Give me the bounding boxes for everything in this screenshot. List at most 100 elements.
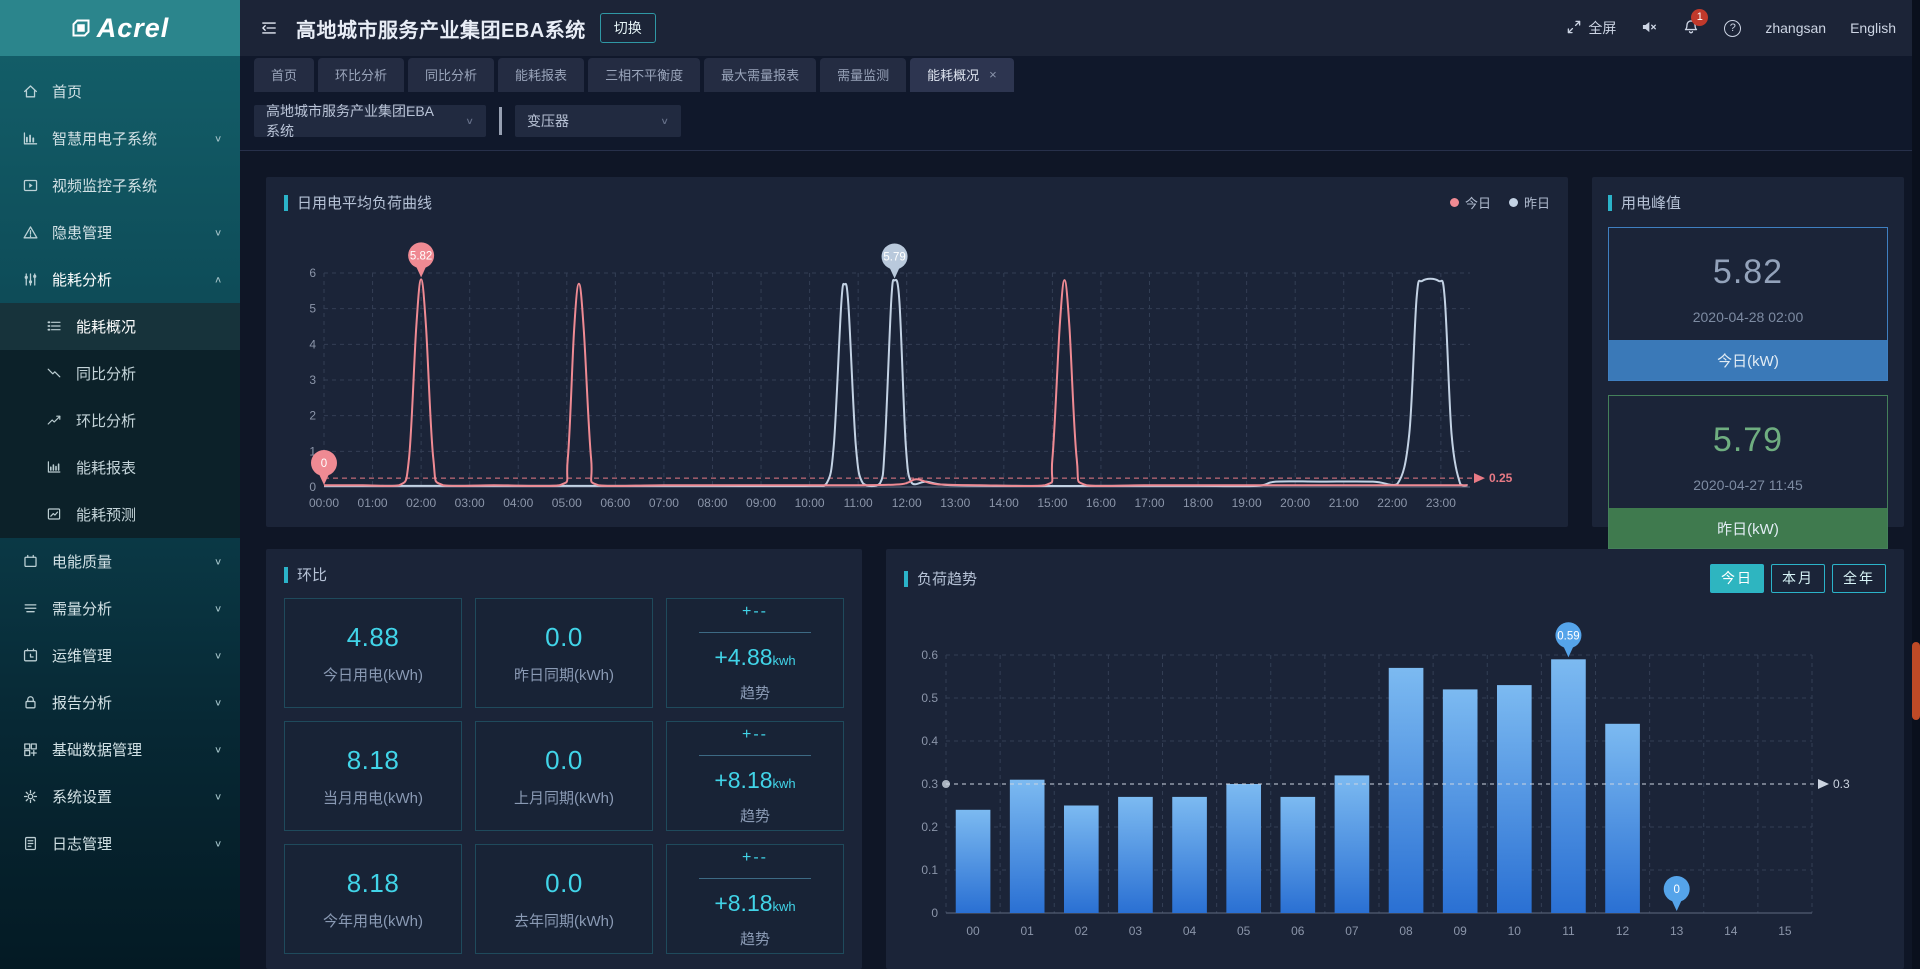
sidebar-submenu: 能耗概况同比分析环比分析能耗报表能耗预测 xyxy=(0,303,240,538)
tab-能耗概况[interactable]: 能耗概况× xyxy=(910,58,1014,92)
svg-text:02:00: 02:00 xyxy=(406,496,436,510)
svg-text:05:00: 05:00 xyxy=(552,496,582,510)
notification-badge: 1 xyxy=(1691,9,1708,26)
title-accent xyxy=(904,571,908,587)
trend-down-icon xyxy=(46,365,63,382)
trend-unit: kwh xyxy=(773,899,796,914)
chevron-down-icon: ∨ xyxy=(214,744,222,754)
vertical-scrollbar xyxy=(1912,0,1920,969)
sidebar-item-报告分析[interactable]: 报告分析∨ xyxy=(0,679,240,726)
huanbi-label: 今日用电(kWh) xyxy=(323,664,423,685)
device-select[interactable]: 变压器 ∨ xyxy=(515,105,681,137)
huanbi-value: 0.0 xyxy=(545,745,583,776)
sidebar-item-视频监控子系统[interactable]: 视频监控子系统 xyxy=(0,162,240,209)
svg-text:22:00: 22:00 xyxy=(1377,496,1407,510)
language-switch[interactable]: English xyxy=(1850,20,1896,36)
huanbi-trend-card: +--+4.88kwh趋势 xyxy=(666,598,844,708)
username-menu[interactable]: zhangsan xyxy=(1765,20,1826,36)
trend-range-今日[interactable]: 今日 xyxy=(1710,564,1764,593)
close-icon[interactable]: × xyxy=(989,67,997,82)
sidebar-item-隐患管理[interactable]: 隐患管理∨ xyxy=(0,209,240,256)
sidebar-subitem-能耗预测[interactable]: 能耗预测 xyxy=(0,491,240,538)
sidebar-subitem-label: 环比分析 xyxy=(76,410,136,431)
sidebar-item-需量分析[interactable]: 需量分析∨ xyxy=(0,585,240,632)
sidebar-item-电能质量[interactable]: 电能质量∨ xyxy=(0,538,240,585)
legend-item-今日[interactable]: 今日 xyxy=(1450,193,1491,212)
svg-text:05: 05 xyxy=(1237,924,1251,938)
trend-range-本月[interactable]: 本月 xyxy=(1771,564,1825,593)
sidebar-item-运维管理[interactable]: 运维管理∨ xyxy=(0,632,240,679)
video-icon xyxy=(22,177,39,194)
sidebar-subitem-同比分析[interactable]: 同比分析 xyxy=(0,350,240,397)
switch-button[interactable]: 切换 xyxy=(600,13,656,43)
svg-text:11:00: 11:00 xyxy=(844,496,873,510)
sidebar-item-首页[interactable]: 首页 xyxy=(0,68,240,115)
svg-text:0: 0 xyxy=(309,480,316,494)
svg-text:0.59: 0.59 xyxy=(1557,630,1579,642)
scrollbar-thumb[interactable] xyxy=(1912,642,1920,720)
log-icon xyxy=(22,835,39,852)
tab-需量监测[interactable]: 需量监测 xyxy=(820,58,906,92)
trend-sign: +-- xyxy=(742,603,768,621)
tab-三相不平衡度[interactable]: 三相不平衡度 xyxy=(588,58,700,92)
sidebar-subitem-能耗报表[interactable]: 能耗报表 xyxy=(0,444,240,491)
daily-load-chart: 012345600:0001:0002:0003:0004:0005:0006:… xyxy=(284,213,1550,521)
app-window: Acrel 首页智慧用电子系统∨视频监控子系统隐患管理∨能耗分析∧能耗概况同比分… xyxy=(0,0,1920,969)
peak-label: 昨日(kW) xyxy=(1609,508,1887,548)
trend-range-全年[interactable]: 全年 xyxy=(1832,564,1886,593)
collapse-menu-icon[interactable] xyxy=(260,19,278,37)
chart-icon xyxy=(22,130,39,147)
legend-item-昨日[interactable]: 昨日 xyxy=(1509,193,1550,212)
svg-text:06:00: 06:00 xyxy=(600,496,630,510)
huanbi-label: 今年用电(kWh) xyxy=(323,910,423,931)
report-icon xyxy=(46,459,63,476)
svg-text:09:00: 09:00 xyxy=(746,496,776,510)
svg-text:09: 09 xyxy=(1454,924,1468,938)
huanbi-previous-card: 0.0去年同期(kWh) xyxy=(475,844,653,954)
system-select[interactable]: 高地城市服务产业集团EBA系统 ∨ xyxy=(254,105,486,137)
trend-unit: kwh xyxy=(773,653,796,668)
load-trend-panel: 负荷趋势 今日本月全年 00.10.20.30.40.50.6000102030… xyxy=(886,549,1904,969)
svg-text:21:00: 21:00 xyxy=(1329,496,1359,510)
tab-label: 同比分析 xyxy=(425,68,477,83)
notifications-button[interactable]: 1 xyxy=(1682,18,1700,39)
tab-环比分析[interactable]: 环比分析 xyxy=(318,58,404,92)
tab-最大需量报表[interactable]: 最大需量报表 xyxy=(704,58,816,92)
peak-timestamp: 2020-04-27 11:45 xyxy=(1609,460,1887,508)
svg-text:08:00: 08:00 xyxy=(697,496,727,510)
home-icon xyxy=(22,83,39,100)
svg-text:03:00: 03:00 xyxy=(455,496,485,510)
tab-能耗报表[interactable]: 能耗报表 xyxy=(498,58,584,92)
chevron-down-icon: ∨ xyxy=(214,227,222,237)
sidebar-item-能耗分析[interactable]: 能耗分析∧ xyxy=(0,256,240,303)
svg-text:0.5: 0.5 xyxy=(921,691,938,705)
chevron-down-icon: ∨ xyxy=(634,116,669,127)
list-icon xyxy=(46,318,63,335)
sidebar-subitem-能耗概况[interactable]: 能耗概况 xyxy=(0,303,240,350)
forecast-icon xyxy=(46,506,63,523)
device-select-value: 变压器 xyxy=(527,111,569,131)
svg-text:0.6: 0.6 xyxy=(921,648,938,662)
trend-unit: kwh xyxy=(773,776,796,791)
svg-text:0.3: 0.3 xyxy=(1833,777,1850,791)
tab-label: 能耗报表 xyxy=(515,68,567,83)
load-trend-chart: 00.10.20.30.40.50.6000102030405060708091… xyxy=(904,593,1886,969)
svg-text:6: 6 xyxy=(309,266,316,280)
huanbi-current-card: 4.88今日用电(kWh) xyxy=(284,598,462,708)
peak-label: 今日(kW) xyxy=(1609,340,1887,380)
svg-text:03: 03 xyxy=(1129,924,1143,938)
fullscreen-button[interactable]: 全屏 xyxy=(1565,18,1616,39)
sidebar-item-系统设置[interactable]: 系统设置∨ xyxy=(0,773,240,820)
svg-text:20:00: 20:00 xyxy=(1280,496,1310,510)
tab-同比分析[interactable]: 同比分析 xyxy=(408,58,494,92)
sidebar-item-智慧用电子系统[interactable]: 智慧用电子系统∨ xyxy=(0,115,240,162)
huanbi-value: 8.18 xyxy=(347,745,400,776)
mute-button[interactable] xyxy=(1640,18,1658,39)
sidebar-subitem-环比分析[interactable]: 环比分析 xyxy=(0,397,240,444)
svg-text:15:00: 15:00 xyxy=(1037,496,1067,510)
sidebar-item-日志管理[interactable]: 日志管理∨ xyxy=(0,820,240,867)
tab-首页[interactable]: 首页 xyxy=(254,58,314,92)
peak-panel: 用电峰值 5.822020-04-28 02:00今日(kW)5.792020-… xyxy=(1592,177,1904,527)
sidebar-item-基础数据管理[interactable]: 基础数据管理∨ xyxy=(0,726,240,773)
help-button[interactable]: ? xyxy=(1724,20,1741,37)
